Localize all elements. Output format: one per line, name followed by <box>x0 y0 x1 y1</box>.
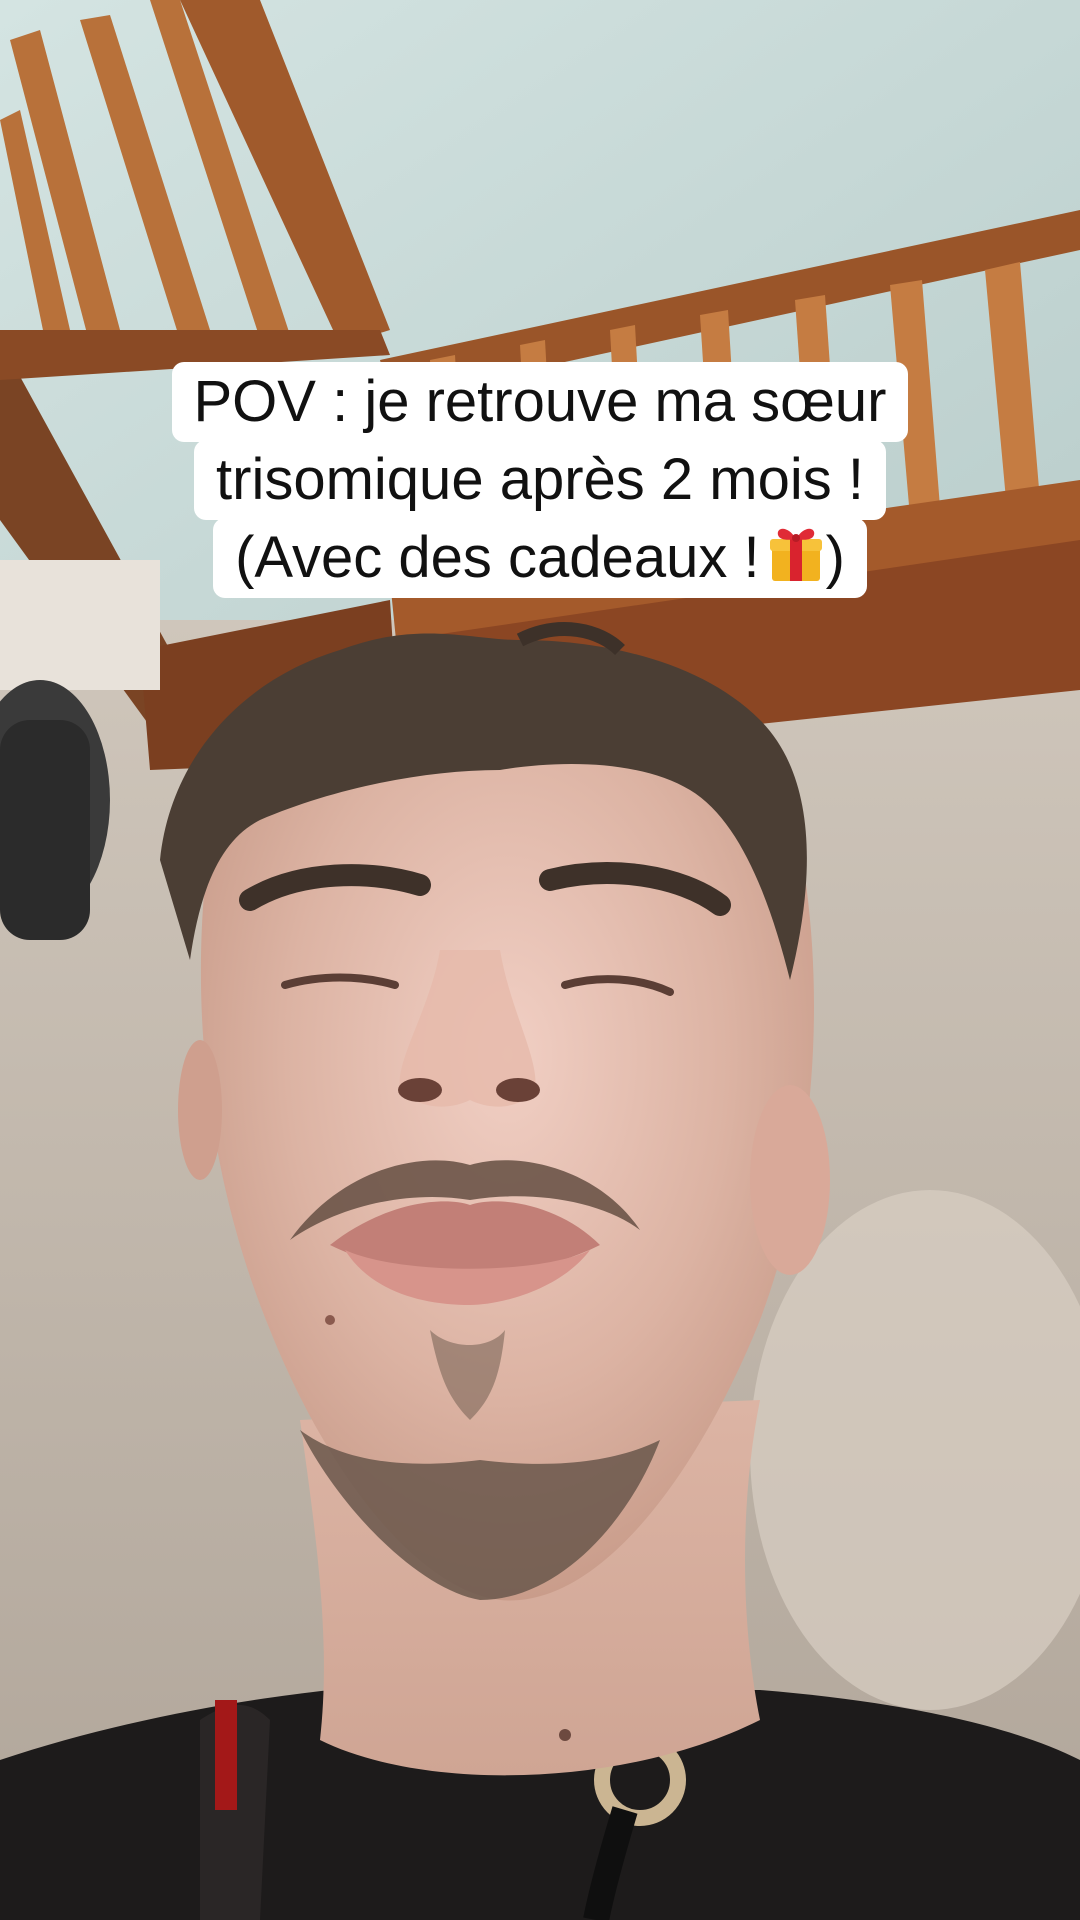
gift-icon <box>769 528 822 581</box>
caption-line-2: trisomique après 2 mois ! <box>194 440 886 520</box>
caption-line-3: (Avec des cadeaux ! ) <box>213 518 867 598</box>
caption-line-3-text: (Avec des cadeaux ! <box>235 525 760 590</box>
video-scene <box>0 0 1080 1920</box>
video-frame: POV : je retrouve ma sœur trisomique apr… <box>0 0 1080 1920</box>
caption-line-1: POV : je retrouve ma sœur <box>171 362 909 442</box>
caption-line-3-close: ) <box>825 525 845 590</box>
caption: POV : je retrouve ma sœur trisomique apr… <box>0 362 1080 598</box>
